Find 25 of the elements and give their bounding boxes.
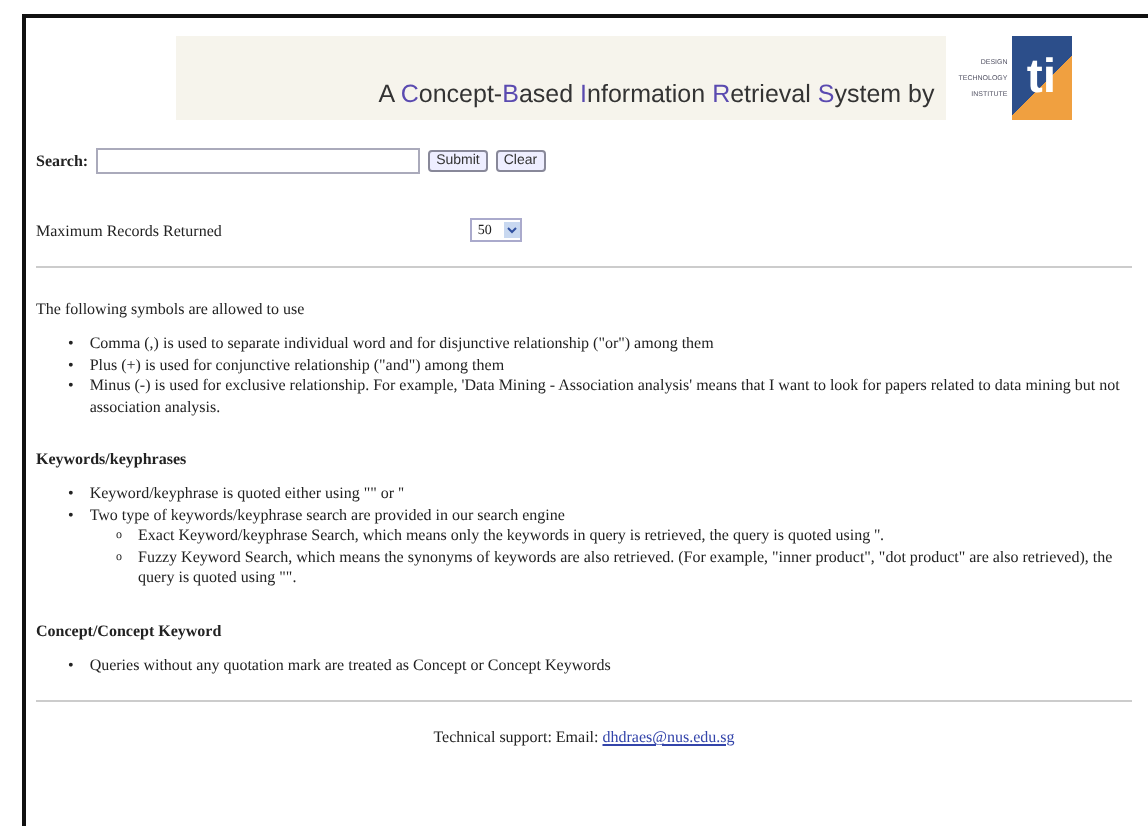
bullet: • bbox=[68, 505, 74, 526]
email-link[interactable]: dhdraes@nus.edu.sg bbox=[602, 728, 735, 746]
dropdown-icon bbox=[503, 222, 520, 238]
section-heading: Concept/Concept Keyword bbox=[36, 621, 224, 639]
list-item-text: Keyword/keyphrase is quoted either using "" or '' bbox=[89, 484, 404, 505]
list-item-text: Queries without any quotation mark are treated as Concept or Concept Keywords bbox=[89, 655, 611, 676]
site-title: A Concept-Based Information Retrieval System by bbox=[378, 80, 935, 108]
intro-text: The following symbols are allowed to use bbox=[36, 300, 307, 318]
max-records-label: Maximum Records Returned bbox=[36, 221, 222, 239]
bullet: • bbox=[68, 655, 74, 676]
list-item-text: Exact Keyword/keyphrase Search, which means only the keywords in query is retrieved, the query is quoted using ''. bbox=[138, 526, 885, 547]
list-item-text: Two type of keywords/keyphrase search are provided in our search engine bbox=[89, 505, 565, 526]
logo-mark: ti bbox=[1011, 36, 1072, 120]
bullet: • bbox=[68, 376, 74, 397]
list-item-text: Fuzzy Keyword Search, which means the synonyms of keywords are also retrieved. (For example, "inner product", "dot product" are also retrieved), the query is quoted using "". bbox=[138, 547, 1115, 589]
bullet: • bbox=[68, 334, 74, 355]
bullet: • bbox=[68, 355, 74, 376]
bullet: • bbox=[68, 484, 74, 505]
section-heading: Keywords/keyphrases bbox=[36, 450, 189, 468]
search-field[interactable] bbox=[96, 148, 421, 174]
support-text: Technical support: Email: bbox=[433, 728, 601, 746]
list-item-text: Minus (-) is used for exclusive relationship. For example, 'Data Mining - Association analysis' means that I want to look for papers related to data mining but not association analysis. bbox=[89, 376, 1122, 418]
list-item-text: Plus (+) is used for conjunctive relationship ("and") among them bbox=[89, 355, 505, 376]
search-label: Search: bbox=[36, 152, 89, 170]
list-item-text: Comma (,) is used to separate individual word and for disjunctive relationship ("or") among them bbox=[89, 334, 714, 355]
